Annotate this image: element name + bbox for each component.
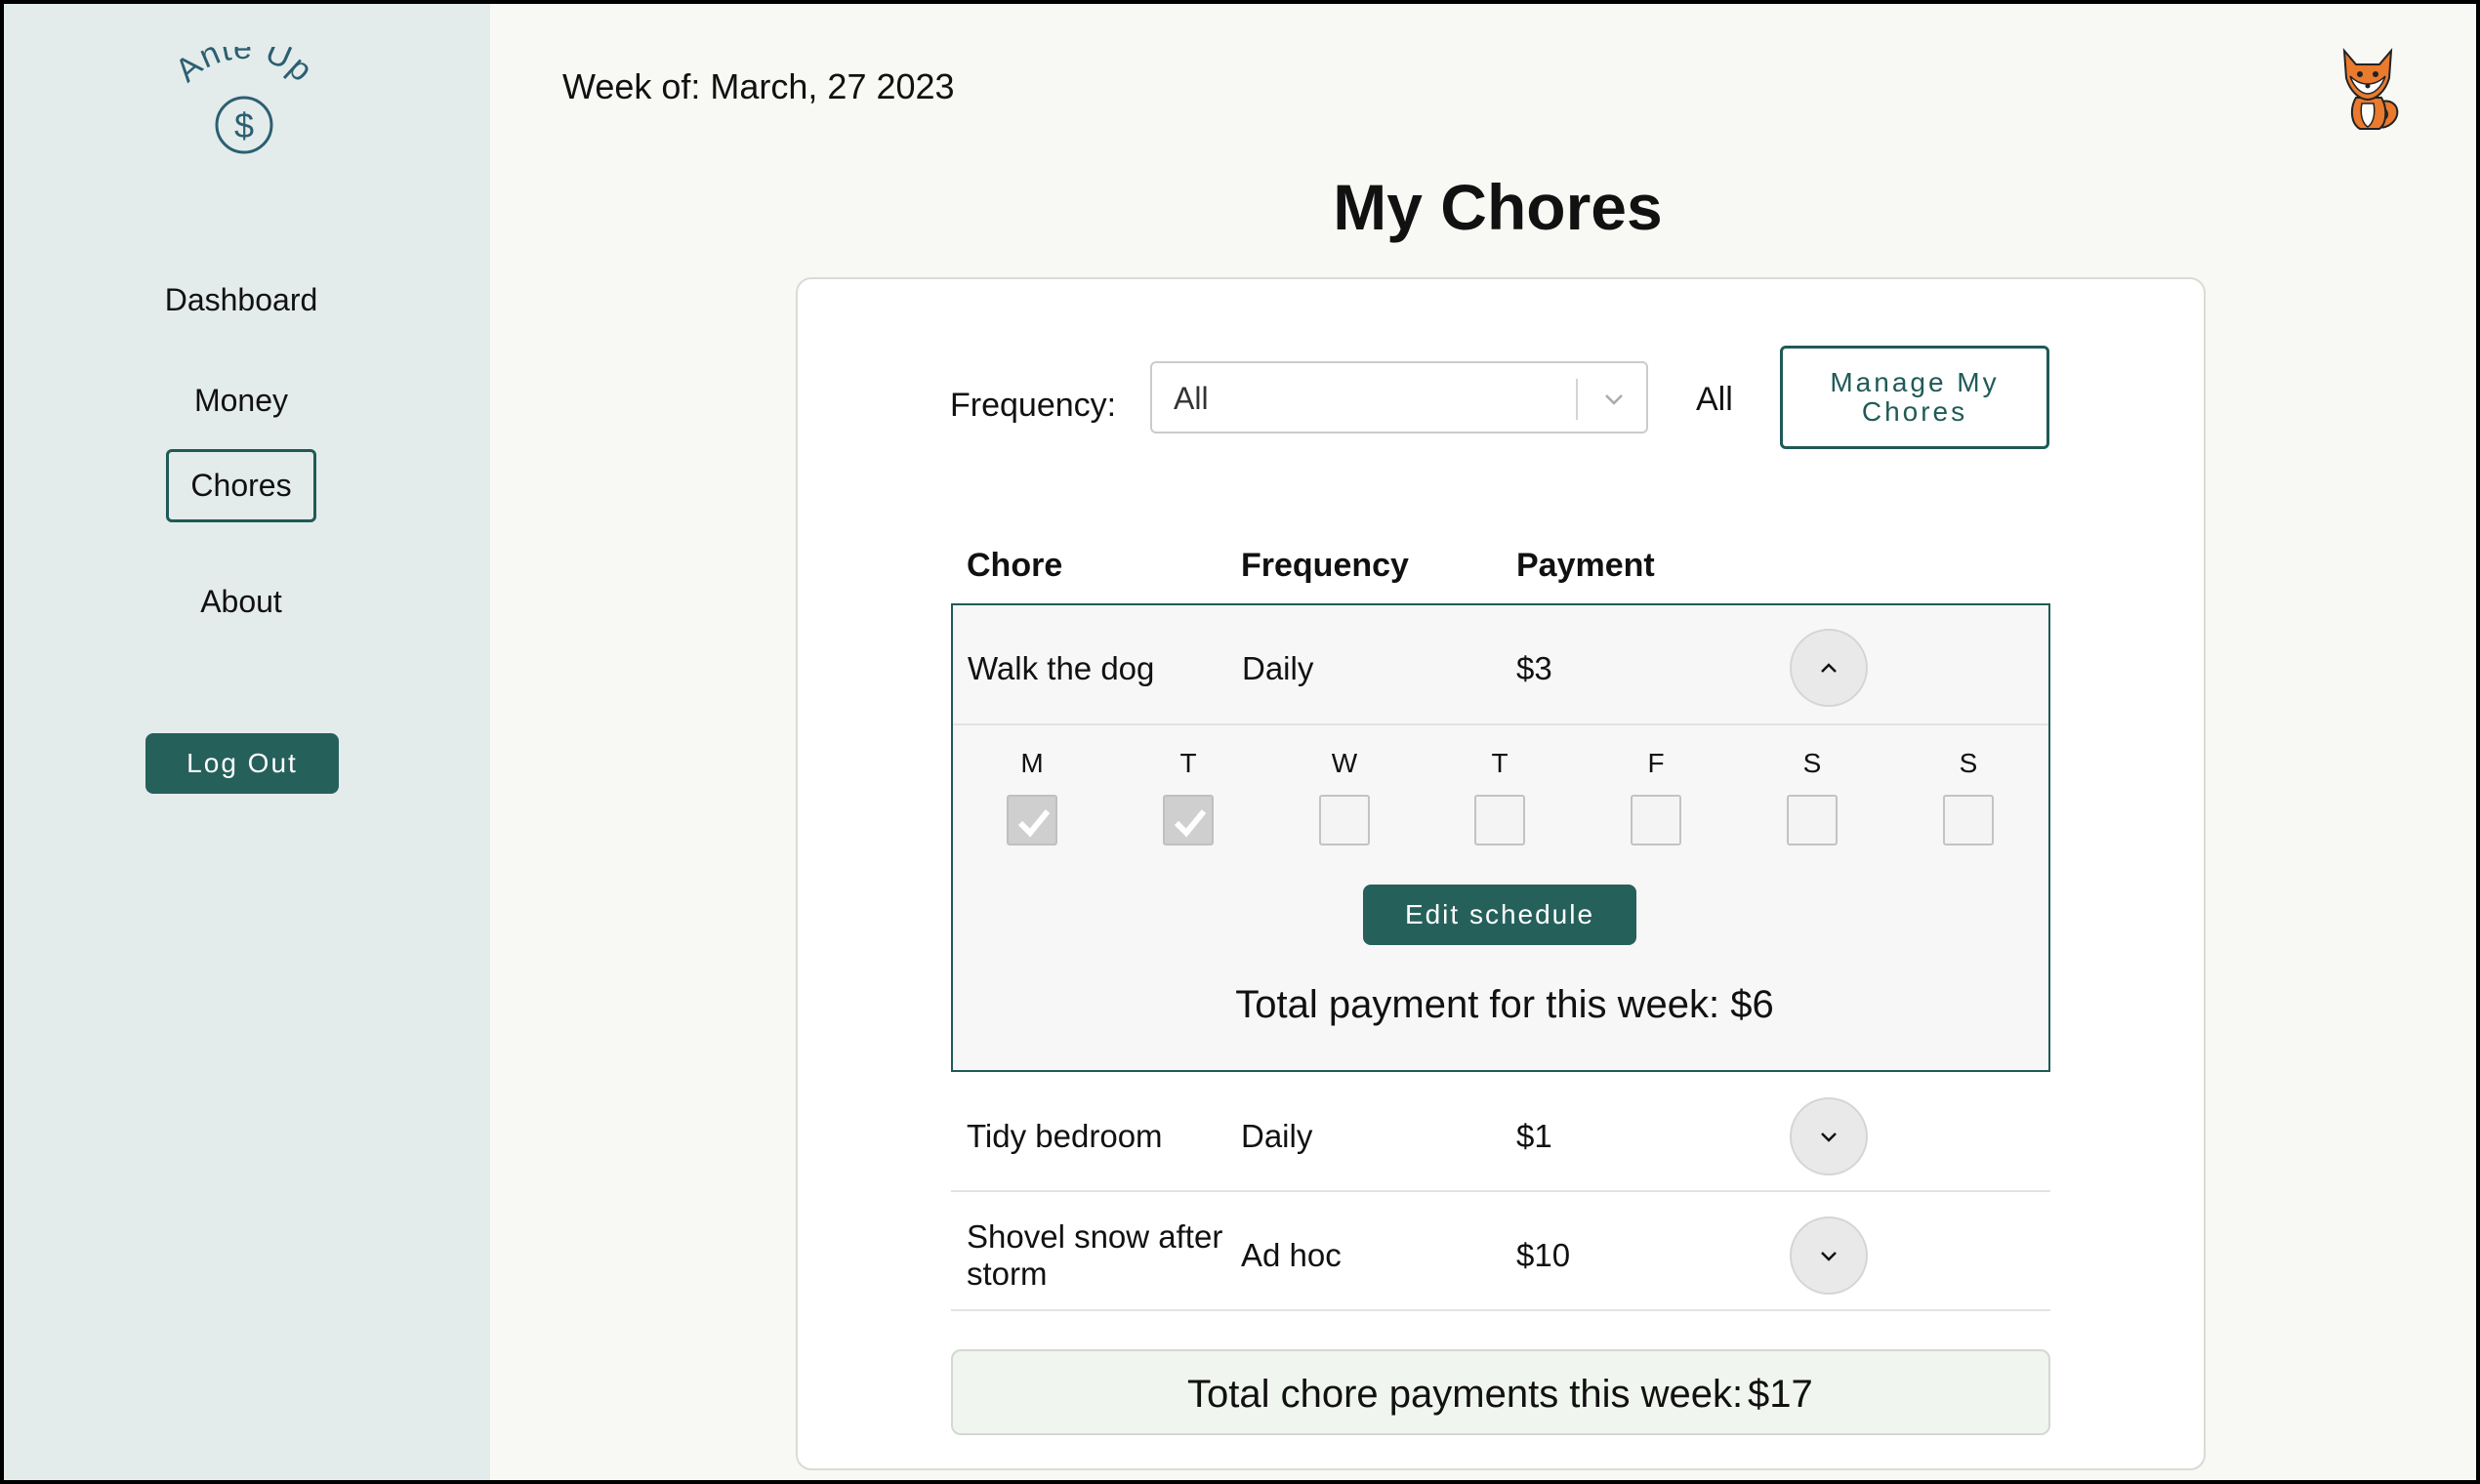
chevron-down-icon <box>1821 1133 1837 1142</box>
chore-frequency: Ad hoc <box>1241 1237 1342 1273</box>
manage-label-line2: Chores <box>1861 396 1968 427</box>
checkmark-icon <box>1174 809 1207 838</box>
chore-payment: $10 <box>1516 1237 1571 1273</box>
checkmark-icon <box>1017 809 1051 838</box>
ante-up-logo[interactable]: Ante Up $ <box>160 47 328 168</box>
sidebar-item-label: About <box>200 584 282 619</box>
svg-text:$: $ <box>234 105 254 145</box>
sidebar-item-label: Chores <box>166 449 316 522</box>
sidebar-item-about[interactable]: About <box>4 565 478 639</box>
day-label-wed: W <box>1331 748 1358 778</box>
chevron-up-icon <box>1821 663 1837 673</box>
day-checkbox-fri[interactable] <box>1631 795 1681 845</box>
edit-schedule-button[interactable]: Edit schedule <box>1363 885 1636 945</box>
chevron-down-icon <box>1821 1252 1837 1261</box>
day-label-mon: M <box>1020 748 1044 778</box>
day-checkbox-mon[interactable] <box>1007 795 1057 845</box>
chore-payment: $1 <box>1516 1118 1552 1154</box>
frequency-select-value: All <box>1174 381 1209 416</box>
chore-payment: $3 <box>1516 650 1552 686</box>
svg-text:Ante Up: Ante Up <box>168 47 320 90</box>
day-label-thu: T <box>1491 748 1509 778</box>
row-divider <box>951 1190 2050 1192</box>
manage-label-line1: Manage My <box>1830 367 2000 397</box>
day-checkbox-wed[interactable] <box>1319 795 1370 845</box>
page-title: My Chores <box>1333 171 1663 243</box>
sidebar-item-chores[interactable]: Chores <box>4 449 478 522</box>
day-label-sun: S <box>1959 748 1978 778</box>
header-payment: Payment <box>1516 547 1655 584</box>
chore-name: Walk the dog <box>968 650 1155 686</box>
app-frame: Ante Up $ Dashboard Money Chores About L… <box>0 0 2480 1484</box>
total-payments-value: $17 <box>1748 1373 1813 1416</box>
chore-name-line1: Shovel snow after <box>967 1218 1223 1255</box>
day-label-fri: F <box>1647 748 1665 778</box>
total-payments-label: Total chore payments this week: <box>1187 1373 1744 1416</box>
sidebar-item-label: Money <box>193 383 289 418</box>
row-divider <box>953 723 2048 725</box>
header-chore: Chore <box>967 547 1063 584</box>
fox-icon[interactable] <box>2333 43 2403 133</box>
week-label: Week of: March, 27 2023 <box>562 66 955 106</box>
filter-status-text: All <box>1696 381 1733 418</box>
day-checkbox-tue[interactable] <box>1163 795 1214 845</box>
day-label-tue: T <box>1179 748 1197 778</box>
sidebar-item-dashboard[interactable]: Dashboard <box>4 264 478 337</box>
chore-week-total: Total payment for this week: $6 <box>1235 983 1774 1026</box>
expand-button[interactable] <box>1790 1216 1868 1295</box>
chore-name: Shovel snow after storm <box>967 1218 1222 1293</box>
day-label-sat: S <box>1802 748 1822 778</box>
sidebar-item-money[interactable]: Money <box>4 364 478 437</box>
chore-frequency: Daily <box>1242 650 1314 686</box>
sidebar-item-label: Dashboard <box>164 282 318 317</box>
sidebar: Ante Up $ Dashboard Money Chores About L… <box>4 4 490 1480</box>
day-checkbox-thu[interactable] <box>1474 795 1525 845</box>
day-checkbox-sat[interactable] <box>1787 795 1838 845</box>
chore-frequency: Daily <box>1241 1118 1313 1154</box>
log-out-button[interactable]: Log Out <box>145 733 339 794</box>
day-checkbox-sun[interactable] <box>1943 795 1994 845</box>
chevron-down-icon <box>1605 394 1623 405</box>
collapse-button[interactable] <box>1790 629 1868 707</box>
frequency-label: Frequency: <box>950 387 1117 424</box>
row-divider <box>951 1309 2050 1311</box>
chore-name: Tidy bedroom <box>967 1118 1163 1154</box>
manage-my-chores-button[interactable]: Manage My Chores <box>1780 346 2049 449</box>
chore-name-line2: storm <box>967 1256 1048 1292</box>
frequency-select[interactable]: All <box>1150 361 1648 433</box>
select-divider <box>1576 379 1578 420</box>
header-frequency: Frequency <box>1241 547 1409 584</box>
expand-button[interactable] <box>1790 1097 1868 1175</box>
